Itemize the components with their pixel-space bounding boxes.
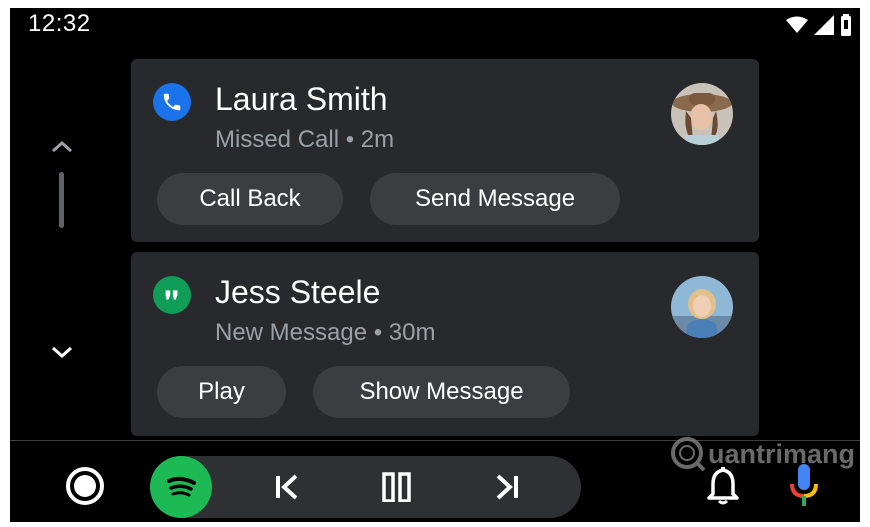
- notification-title: Jess Steele: [215, 274, 381, 310]
- skip-previous-button[interactable]: [270, 472, 304, 502]
- watermark-text: uantrimang: [708, 438, 856, 469]
- send-message-button[interactable]: Send Message: [370, 173, 620, 225]
- android-auto-screen: 12:32 Laura Smith Missed Call • 2m Call …: [10, 8, 860, 522]
- avatar: [671, 83, 733, 145]
- spotify-icon: [167, 476, 196, 497]
- notification-title: Laura Smith: [215, 81, 388, 117]
- hangouts-icon: [153, 276, 191, 314]
- chevron-down-icon: [52, 346, 72, 359]
- home-icon: [66, 467, 104, 505]
- phone-icon: [153, 83, 191, 121]
- pause-button[interactable]: [380, 472, 414, 503]
- call-back-button[interactable]: Call Back: [157, 173, 343, 225]
- scroll-thumb[interactable]: [59, 172, 64, 228]
- media-controls: [150, 456, 581, 518]
- notification-subtitle: Missed Call • 2m: [215, 126, 395, 153]
- skip-previous-icon: [276, 474, 298, 500]
- play-button[interactable]: Play: [157, 366, 286, 418]
- chevron-up-icon: [52, 140, 72, 153]
- notification-bell-icon: [707, 467, 739, 505]
- show-message-button[interactable]: Show Message: [313, 366, 570, 418]
- skip-next-icon: [496, 474, 518, 500]
- home-button[interactable]: [65, 466, 105, 506]
- battery-icon: [840, 14, 852, 41]
- skip-next-button[interactable]: [490, 472, 524, 502]
- watermark-logo-icon: [671, 437, 706, 472]
- scroll-up-button[interactable]: [48, 136, 76, 158]
- scroll-down-button[interactable]: [48, 341, 76, 363]
- spotify-button[interactable]: [150, 456, 212, 518]
- avatar: [671, 276, 733, 338]
- status-icons: [786, 14, 852, 41]
- watermark: uantrimang: [670, 436, 855, 472]
- wifi-icon: [786, 16, 808, 39]
- notification-card-new-message[interactable]: Jess Steele New Message • 30m Play Show …: [131, 252, 759, 436]
- notification-bell-button[interactable]: [705, 466, 741, 506]
- notification-card-missed-call[interactable]: Laura Smith Missed Call • 2m Call Back S…: [131, 59, 759, 242]
- cellular-signal-icon: [814, 15, 834, 40]
- notification-subtitle: New Message • 30m: [215, 319, 436, 346]
- pause-icon: [382, 472, 411, 503]
- status-time: 12:32: [28, 10, 91, 37]
